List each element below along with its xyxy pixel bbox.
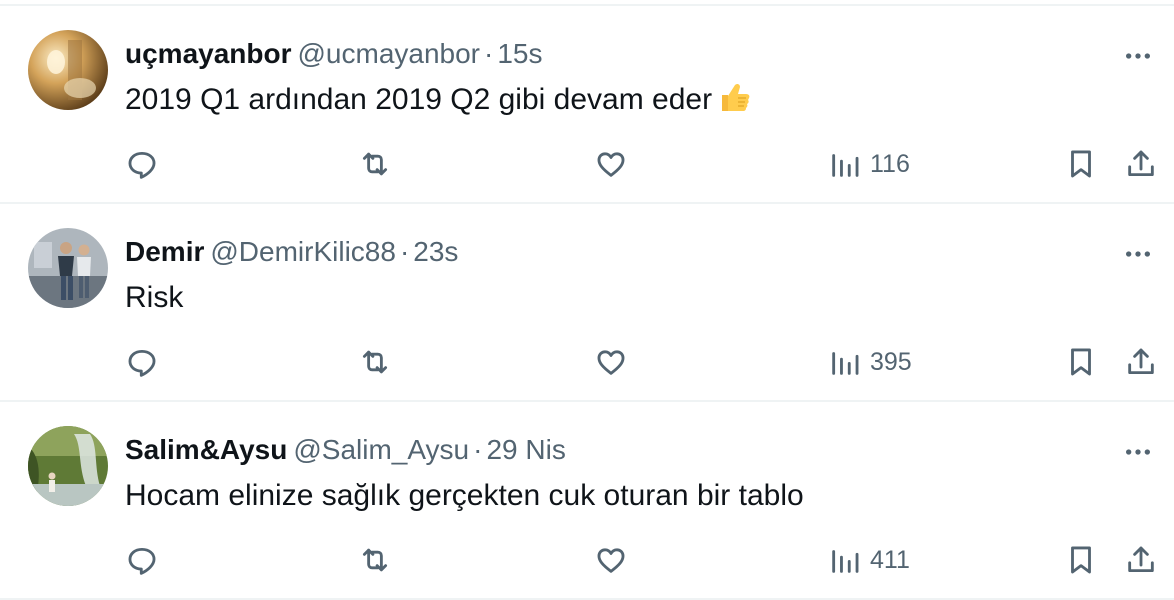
- thumbs-up-emoji-icon: [716, 79, 752, 127]
- retweet-icon: [362, 152, 388, 176]
- reply-icon: [128, 547, 156, 575]
- share-button[interactable]: [1124, 140, 1158, 188]
- bookmark-icon: [1071, 546, 1091, 574]
- like-icon: [597, 152, 625, 177]
- views-button[interactable]: 411: [828, 536, 910, 584]
- user-handle[interactable]: @Salim_Aysu: [293, 434, 469, 465]
- retweet-icon: [362, 350, 388, 374]
- share-icon: [1128, 546, 1154, 573]
- tweet[interactable]: Salim&Aysu @Salim_Aysu · 29 Nis Hocam elini…: [0, 402, 1174, 600]
- share-button[interactable]: [1124, 536, 1158, 584]
- tweet-header: Demir @DemirKilic88 · 23s: [125, 232, 458, 272]
- reply-button[interactable]: [125, 140, 159, 188]
- reply-icon: [128, 151, 156, 179]
- retweet-button[interactable]: [358, 140, 392, 188]
- views-count: 395: [870, 347, 912, 376]
- avatar[interactable]: [28, 228, 108, 308]
- retweet-button[interactable]: [358, 338, 392, 386]
- tweet-header: Salim&Aysu @Salim_Aysu · 29 Nis: [125, 430, 566, 470]
- tweet-feed: uçmayanbor @ucmayanbor · 15s 2019 Q1 ardınd…: [0, 0, 1174, 600]
- separator-dot: ·: [473, 434, 483, 465]
- more-icon[interactable]: [1118, 234, 1158, 274]
- user-handle[interactable]: @ucmayanbor: [298, 38, 481, 69]
- more-icon[interactable]: [1118, 432, 1158, 472]
- like-icon: [597, 350, 625, 375]
- retweet-icon: [362, 548, 388, 572]
- tweet-text: 2019 Q1 ardından 2019 Q2 gibi devam eder: [125, 79, 752, 127]
- separator-dot: ·: [484, 38, 494, 69]
- like-icon: [597, 548, 625, 573]
- views-count: 116: [870, 149, 910, 178]
- timestamp[interactable]: 23s: [413, 236, 458, 267]
- like-button[interactable]: [594, 338, 628, 386]
- tweet[interactable]: uçmayanbor @ucmayanbor · 15s 2019 Q1 ardınd…: [0, 6, 1174, 204]
- tweet[interactable]: Demir @DemirKilic88 · 23s Risk 395: [0, 204, 1174, 402]
- views-icon: [832, 550, 859, 573]
- separator-dot: ·: [399, 236, 410, 267]
- tweet-text-content: Risk: [125, 281, 184, 314]
- reply-button[interactable]: [125, 536, 159, 584]
- bookmark-button[interactable]: [1064, 338, 1098, 386]
- display-name[interactable]: Salim&Aysu: [125, 434, 287, 465]
- views-icon: [832, 352, 859, 375]
- tweet-text-content: 2019 Q1 ardından 2019 Q2 gibi devam eder: [125, 83, 713, 116]
- tweet-text-content: Hocam elinize sağlık gerçekten cuk otura…: [125, 479, 804, 512]
- avatar[interactable]: [28, 30, 108, 110]
- like-button[interactable]: [594, 140, 628, 188]
- display-name[interactable]: uçmayanbor: [125, 38, 292, 69]
- timestamp[interactable]: 29 Nis: [486, 434, 565, 465]
- views-icon: [832, 154, 859, 177]
- bookmark-button[interactable]: [1064, 140, 1098, 188]
- share-icon: [1128, 348, 1154, 375]
- views-button[interactable]: 116: [828, 140, 910, 188]
- share-icon: [1128, 150, 1154, 177]
- views-button[interactable]: 395: [828, 338, 912, 386]
- reply-icon: [128, 349, 156, 377]
- like-button[interactable]: [594, 536, 628, 584]
- views-count: 411: [870, 545, 910, 574]
- tweet-text: Risk: [125, 277, 183, 319]
- bookmark-icon: [1071, 150, 1091, 178]
- display-name[interactable]: Demir: [125, 236, 204, 267]
- timestamp[interactable]: 15s: [497, 38, 542, 69]
- share-button[interactable]: [1124, 338, 1158, 386]
- tweet-text: Hocam elinize sağlık gerçekten cuk otura…: [125, 475, 804, 517]
- tweet-header: uçmayanbor @ucmayanbor · 15s: [125, 34, 543, 74]
- user-handle[interactable]: @DemirKilic88: [210, 236, 396, 267]
- bookmark-button[interactable]: [1064, 536, 1098, 584]
- retweet-button[interactable]: [358, 536, 392, 584]
- reply-button[interactable]: [125, 338, 159, 386]
- more-icon[interactable]: [1118, 36, 1158, 76]
- avatar[interactable]: [28, 426, 108, 506]
- bookmark-icon: [1071, 348, 1091, 376]
